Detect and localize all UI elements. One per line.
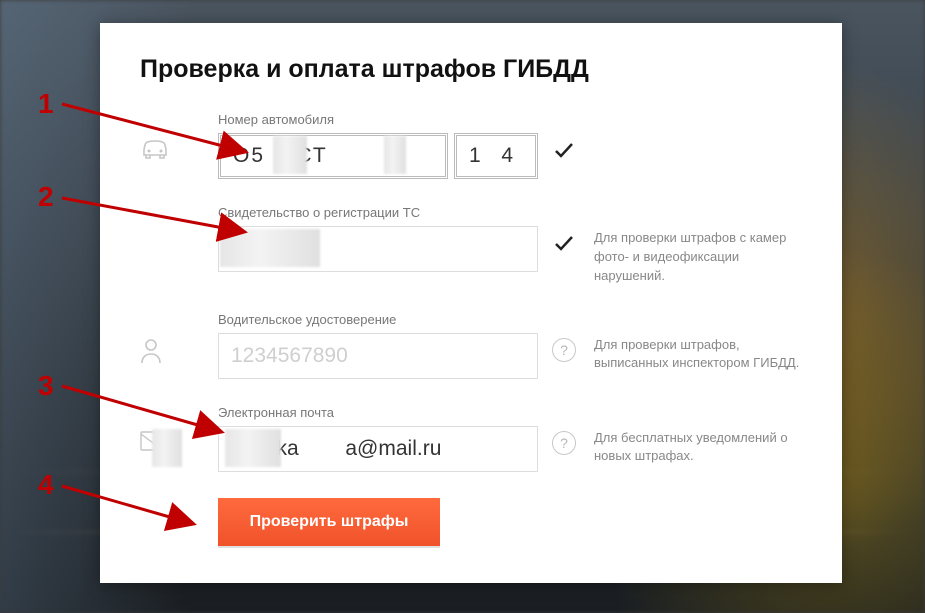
plate-region-input[interactable] [454, 133, 538, 179]
email-field: Электронная почта [218, 405, 538, 472]
email-label: Электронная почта [218, 405, 538, 420]
email-input[interactable] [218, 426, 538, 472]
cert-status [538, 205, 590, 255]
email-hint: Для бесплатных уведомлений о новых штраф… [590, 405, 802, 467]
page-title: Проверка и оплата штрафов ГИБДД [140, 55, 802, 84]
row-plate: Номер автомобиля [140, 112, 802, 179]
plate-status [538, 112, 590, 162]
cert-label: Свидетельство о регистрации ТС [218, 205, 538, 220]
question-icon[interactable]: ? [552, 338, 576, 362]
person-icon [140, 312, 218, 364]
plate-hint [590, 112, 802, 136]
email-status: ? [538, 405, 590, 455]
plate-input-group [218, 133, 538, 179]
submit-row: Проверить штрафы [140, 498, 802, 546]
row-license: Водительское удостоверение ? Для проверк… [140, 312, 802, 379]
plate-label: Номер автомобиля [218, 112, 538, 127]
cert-icon-col [140, 205, 218, 231]
license-input[interactable] [218, 333, 538, 379]
license-hint: Для проверки штрафов, выписанных инспект… [590, 312, 802, 374]
question-icon[interactable]: ? [552, 431, 576, 455]
submit-button[interactable]: Проверить штрафы [218, 498, 440, 546]
check-icon [552, 138, 576, 162]
plate-field: Номер автомобиля [218, 112, 538, 179]
cert-field: Свидетельство о регистрации ТС [218, 205, 538, 272]
row-email: Электронная почта ? Для бесплатных уведо… [140, 405, 802, 472]
row-certificate: Свидетельство о регистрации ТС Для прове… [140, 205, 802, 286]
cert-input[interactable] [218, 226, 538, 272]
envelope-icon [140, 405, 218, 451]
car-icon [140, 112, 218, 160]
form-card: Проверка и оплата штрафов ГИБДД Номер ав… [100, 23, 842, 583]
plate-number-input[interactable] [218, 133, 448, 179]
license-label: Водительское удостоверение [218, 312, 538, 327]
license-status: ? [538, 312, 590, 362]
license-field: Водительское удостоверение [218, 312, 538, 379]
cert-hint: Для проверки штрафов с камер фото- и вид… [590, 205, 802, 286]
check-icon [552, 231, 576, 255]
